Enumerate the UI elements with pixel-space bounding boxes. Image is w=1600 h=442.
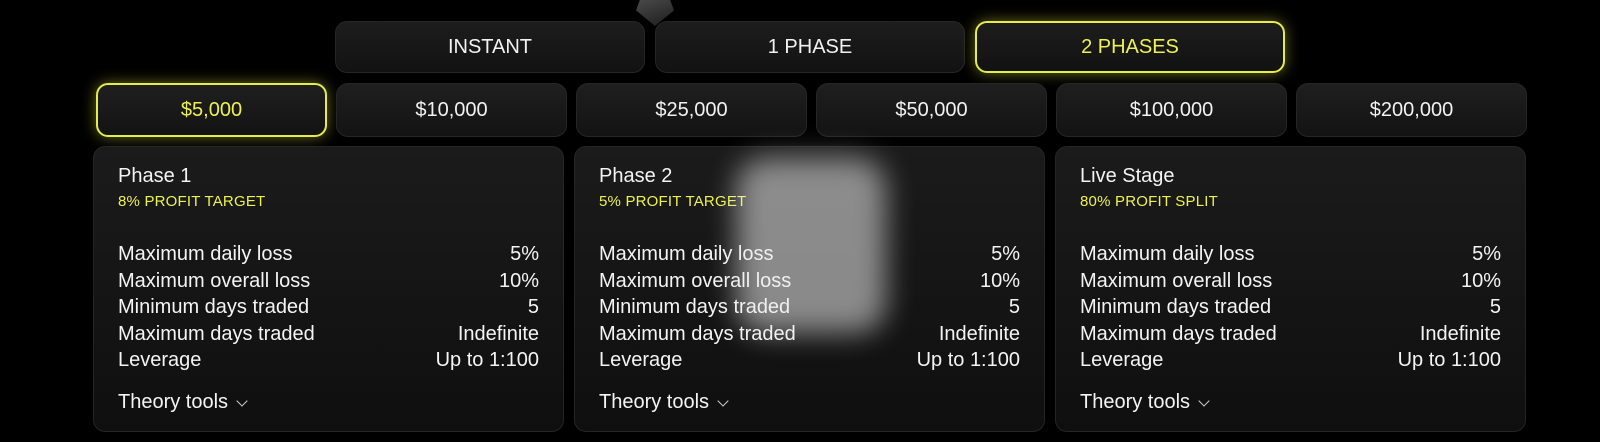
stat-value: Indefinite xyxy=(938,322,1020,345)
stat-label: Leverage xyxy=(1080,349,1164,371)
tab-1-phase[interactable]: 1 PHASE xyxy=(655,21,965,73)
theory-tools-toggle[interactable]: Theory tools xyxy=(118,391,248,414)
stat-row: Maximum days traded Indefinite xyxy=(599,321,1020,348)
stat-value: 5% xyxy=(510,243,539,265)
stats-list: Maximum daily loss 5% Maximum overall los… xyxy=(1080,241,1501,374)
card-phase-1: Phase 1 8% PROFIT TARGET Maximum daily l… xyxy=(93,146,564,432)
theory-tools-label: Theory tools xyxy=(1080,391,1191,413)
stat-row: Minimum days traded 5 xyxy=(1080,294,1501,321)
stat-value: 5 xyxy=(1489,296,1501,318)
stats-list: Maximum daily loss 5% Maximum overall los… xyxy=(599,241,1020,374)
stat-value: 10% xyxy=(1460,269,1501,292)
amount-10000-button[interactable]: $10,000 xyxy=(336,83,567,137)
stat-value: Indefinite xyxy=(457,322,539,345)
phase-cards: Phase 1 8% PROFIT TARGET Maximum daily l… xyxy=(93,146,1526,432)
card-live-stage: Live Stage 80% PROFIT SPLIT Maximum dail… xyxy=(1055,146,1526,432)
tab-instant[interactable]: INSTANT xyxy=(335,21,645,73)
stat-label: Maximum daily loss xyxy=(118,243,293,265)
amount-200000-button[interactable]: $200,000 xyxy=(1296,83,1527,137)
stat-row: Leverage Up to 1:100 xyxy=(1080,347,1501,374)
stat-value: Indefinite xyxy=(1419,322,1501,345)
card-title: Phase 1 xyxy=(118,165,192,187)
stat-value: 5 xyxy=(527,296,539,318)
stat-label: Minimum days traded xyxy=(599,296,791,318)
stat-row: Maximum days traded Indefinite xyxy=(1080,321,1501,348)
pricing-section: INSTANT 1 PHASE 2 PHASES $5,000 $10,000 … xyxy=(0,0,1600,442)
stat-label: Minimum days traded xyxy=(1080,296,1272,318)
theory-tools-label: Theory tools xyxy=(599,391,710,413)
stat-label: Maximum overall loss xyxy=(1080,269,1273,292)
stat-label: Maximum days traded xyxy=(1080,322,1277,345)
chevron-down-icon xyxy=(717,394,729,407)
stat-label: Maximum daily loss xyxy=(599,243,774,265)
stat-label: Leverage xyxy=(118,349,202,371)
stat-label: Maximum days traded xyxy=(118,322,315,345)
stat-row: Maximum overall loss 10% xyxy=(599,268,1020,295)
account-size-selector: $5,000 $10,000 $25,000 $50,000 $100,000 … xyxy=(96,83,1527,137)
stat-value: Up to 1:100 xyxy=(1397,349,1501,371)
stat-row: Leverage Up to 1:100 xyxy=(118,347,539,374)
stat-row: Maximum overall loss 10% xyxy=(1080,268,1501,295)
stat-value: 10% xyxy=(498,269,539,292)
stat-row: Maximum days traded Indefinite xyxy=(118,321,539,348)
amount-100000-button[interactable]: $100,000 xyxy=(1056,83,1287,137)
stat-row: Minimum days traded 5 xyxy=(599,294,1020,321)
chevron-down-icon xyxy=(1198,394,1210,407)
stat-value: Up to 1:100 xyxy=(435,349,539,371)
stat-row: Maximum daily loss 5% xyxy=(599,241,1020,268)
theory-tools-toggle[interactable]: Theory tools xyxy=(1080,391,1210,414)
tab-2-phases[interactable]: 2 PHASES xyxy=(975,21,1285,73)
card-title: Phase 2 xyxy=(599,165,673,187)
stat-value: 5% xyxy=(1472,243,1501,265)
card-phase-2: Phase 2 5% PROFIT TARGET Maximum daily l… xyxy=(574,146,1045,432)
theory-tools-label: Theory tools xyxy=(118,391,229,413)
stat-value: 10% xyxy=(979,269,1020,292)
stat-label: Maximum overall loss xyxy=(118,269,311,292)
chevron-down-icon xyxy=(236,394,248,407)
card-subtitle: 5% PROFIT TARGET xyxy=(599,193,747,210)
stat-label: Maximum days traded xyxy=(599,322,796,345)
stat-row: Maximum daily loss 5% xyxy=(118,241,539,268)
stat-row: Leverage Up to 1:100 xyxy=(599,347,1020,374)
card-subtitle: 8% PROFIT TARGET xyxy=(118,193,266,210)
stat-label: Leverage xyxy=(599,349,683,371)
stat-label: Minimum days traded xyxy=(118,296,310,318)
stat-label: Maximum daily loss xyxy=(1080,243,1255,265)
card-subtitle: 80% PROFIT SPLIT xyxy=(1080,193,1218,210)
theory-tools-toggle[interactable]: Theory tools xyxy=(599,391,729,414)
stat-value: Up to 1:100 xyxy=(916,349,1020,371)
stat-value: 5 xyxy=(1008,296,1020,318)
amount-25000-button[interactable]: $25,000 xyxy=(576,83,807,137)
amount-50000-button[interactable]: $50,000 xyxy=(816,83,1047,137)
stat-label: Maximum overall loss xyxy=(599,269,792,292)
plan-tabs: INSTANT 1 PHASE 2 PHASES xyxy=(335,21,1285,73)
stat-value: 5% xyxy=(991,243,1020,265)
stats-list: Maximum daily loss 5% Maximum overall los… xyxy=(118,241,539,374)
amount-5000-button[interactable]: $5,000 xyxy=(96,83,327,137)
stat-row: Maximum daily loss 5% xyxy=(1080,241,1501,268)
stat-row: Maximum overall loss 10% xyxy=(118,268,539,295)
stat-row: Minimum days traded 5 xyxy=(118,294,539,321)
card-title: Live Stage xyxy=(1080,165,1175,187)
